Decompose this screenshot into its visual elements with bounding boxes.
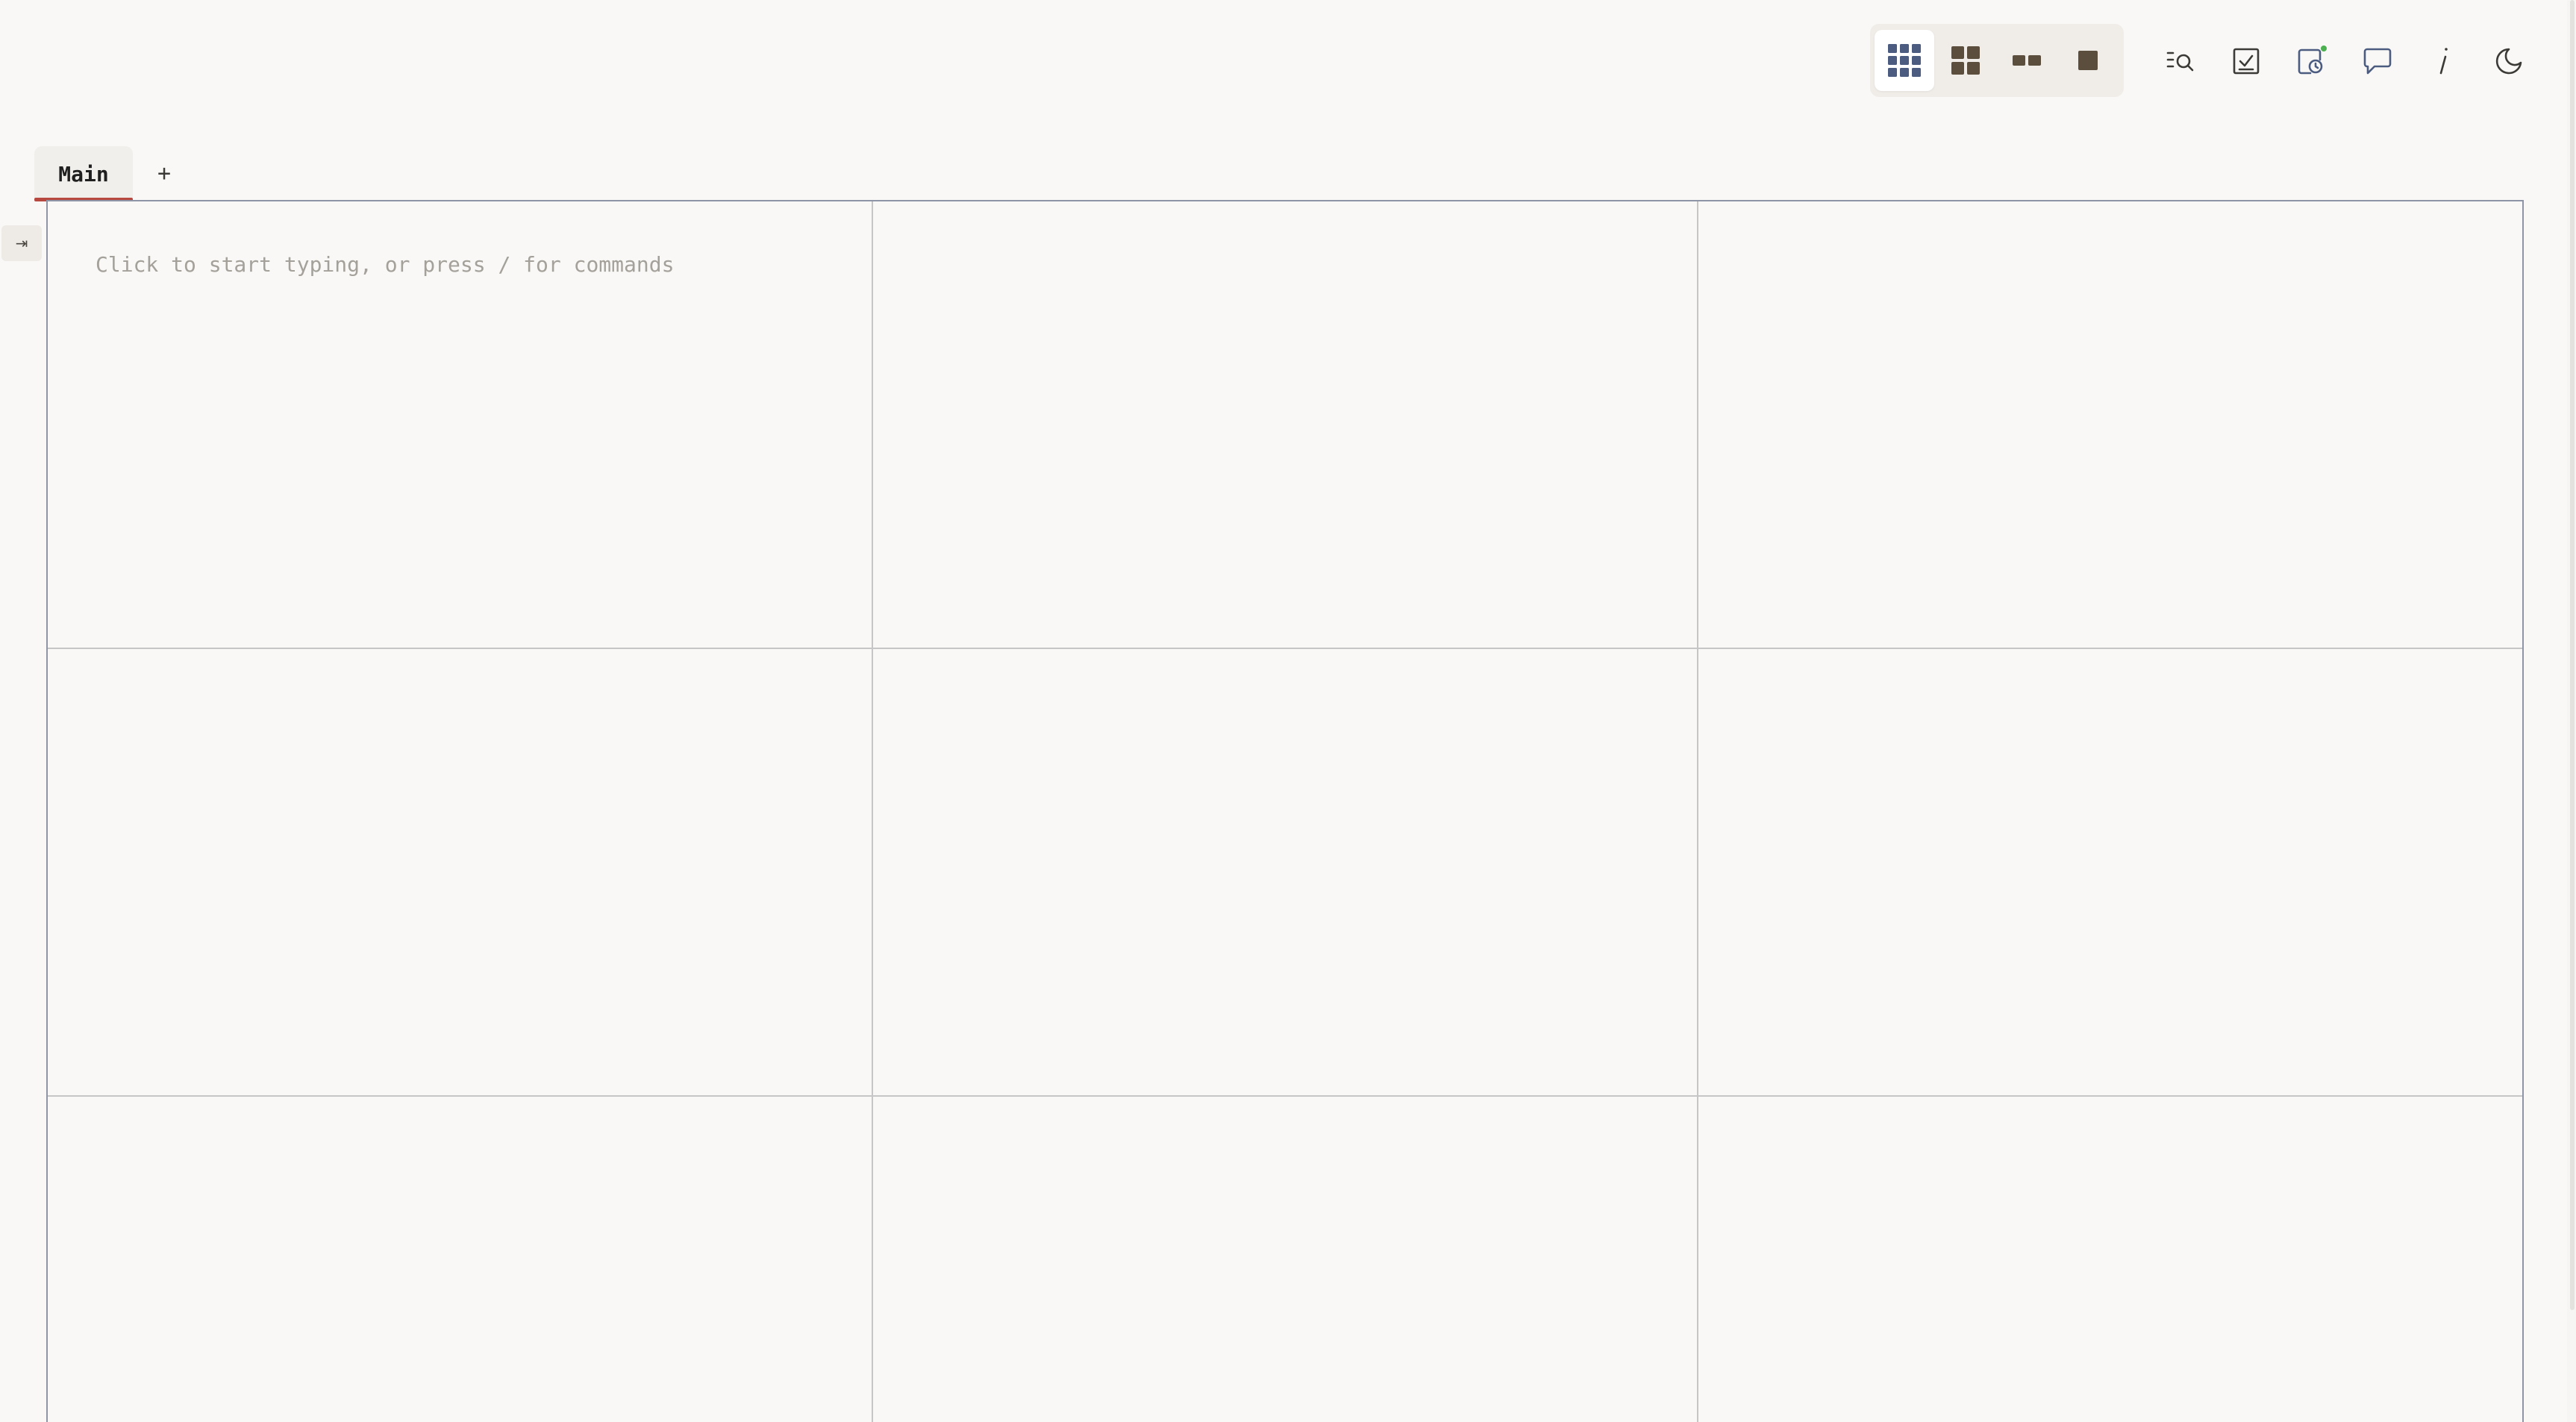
- reminders-button[interactable]: [2280, 30, 2343, 93]
- page-scrollbar[interactable]: [2567, 0, 2576, 1422]
- checkbox-icon: [2231, 46, 2261, 76]
- grid-3x3-view-button[interactable]: [1875, 30, 1934, 91]
- list-search-icon: [2166, 46, 2195, 76]
- chat-bubble-icon: [2363, 46, 2392, 76]
- info-button[interactable]: [2412, 30, 2475, 93]
- tab-label: Main: [58, 161, 109, 187]
- add-tab-button[interactable]: +: [152, 157, 176, 190]
- grid-2x2-icon: [1951, 46, 1981, 75]
- grid-3x3-icon: [1887, 43, 1922, 78]
- grid-cell-r2-c2[interactable]: [873, 649, 1698, 1097]
- editor-placeholder: Click to start typing, or press / for co…: [96, 252, 675, 277]
- grid-cell-r2-c1[interactable]: [48, 649, 873, 1097]
- grid-cell-r3-c2[interactable]: [873, 1097, 1698, 1422]
- scrollbar-thumb[interactable]: [2570, 0, 2575, 1310]
- grid-cell-r1-c3[interactable]: [1698, 201, 2522, 649]
- grid-cell-r3-c1[interactable]: [48, 1097, 873, 1422]
- tasks-button[interactable]: [2215, 30, 2278, 93]
- two-column-view-button[interactable]: [1997, 30, 2057, 91]
- grid-2x2-view-button[interactable]: [1936, 30, 1995, 91]
- moon-icon: [2494, 46, 2524, 76]
- info-italic-icon: [2432, 45, 2454, 78]
- calendar-clock-icon: [2295, 45, 2328, 78]
- dark-mode-button[interactable]: [2477, 30, 2540, 93]
- two-column-icon: [2012, 53, 2042, 68]
- app-window: Main + ⇥ Click to start typing, or press…: [0, 0, 2576, 1422]
- grid-cell-r1-c2[interactable]: [873, 201, 1698, 649]
- grid-cell-r1-c1[interactable]: Click to start typing, or press / for co…: [48, 201, 873, 649]
- sidebar-toggle-button[interactable]: ⇥: [1, 225, 42, 261]
- search-button[interactable]: [2149, 30, 2212, 93]
- editor-grid: Click to start typing, or press / for co…: [46, 200, 2524, 1422]
- single-view-button[interactable]: [2058, 30, 2118, 91]
- grid-cell-r3-c3[interactable]: [1698, 1097, 2522, 1422]
- layout-view-switcher: [1870, 24, 2124, 97]
- tab-main[interactable]: Main: [34, 146, 133, 201]
- chat-button[interactable]: [2346, 30, 2409, 93]
- single-square-icon: [2078, 50, 2098, 71]
- grid-cell-r2-c3[interactable]: [1698, 649, 2522, 1097]
